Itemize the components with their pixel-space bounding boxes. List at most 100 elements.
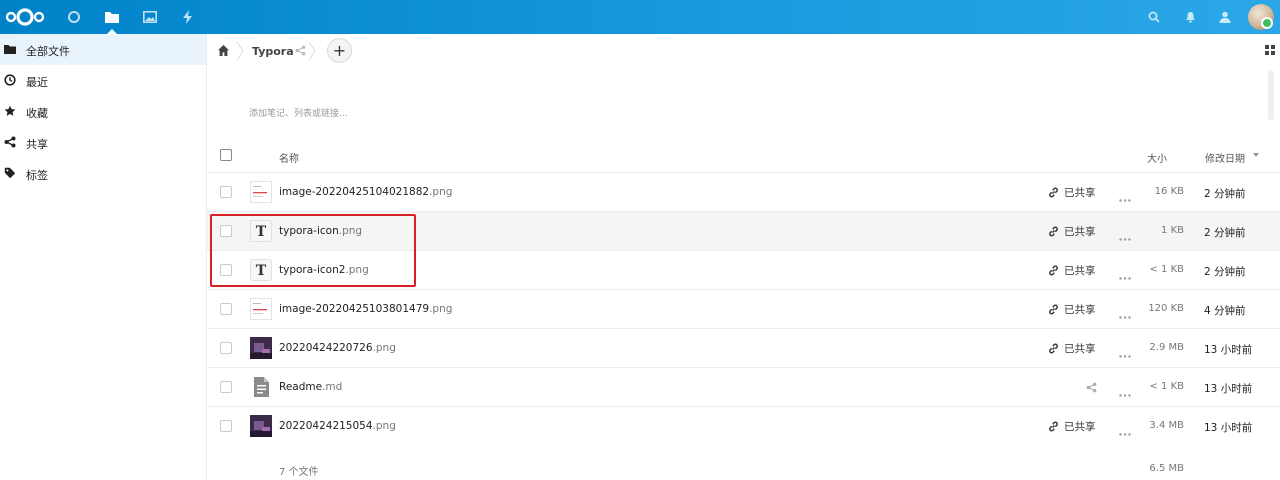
more-actions-icon[interactable] bbox=[1119, 426, 1131, 436]
sort-descending-icon bbox=[1253, 153, 1259, 157]
modified-time: 4 分钟前 bbox=[1204, 305, 1246, 317]
file-size: 2.9 MB bbox=[1149, 342, 1184, 353]
notifications-icon[interactable] bbox=[1175, 0, 1205, 34]
modified-time: 2 分钟前 bbox=[1204, 266, 1246, 278]
share-icon[interactable] bbox=[295, 45, 306, 56]
shared-label: 已共享 bbox=[1064, 342, 1096, 355]
nextcloud-logo-icon[interactable] bbox=[4, 7, 46, 27]
dashboard-icon[interactable] bbox=[55, 0, 93, 34]
file-thumbnail-icon[interactable]: T bbox=[250, 259, 272, 281]
file-extension: .png bbox=[429, 303, 453, 315]
file-extension: .png bbox=[429, 186, 453, 198]
breadcrumb-folder[interactable]: Typora bbox=[252, 45, 294, 58]
document-icon[interactable] bbox=[250, 376, 272, 398]
activity-icon[interactable] bbox=[169, 0, 207, 34]
table-row[interactable]: Readme.md < 1 KB 13 小时前 bbox=[207, 367, 1280, 406]
file-basename: Readme bbox=[279, 381, 323, 393]
shared-link-button[interactable]: 已共享 bbox=[1048, 301, 1096, 317]
sidebar-item-shares[interactable]: 共享 bbox=[0, 127, 206, 158]
more-actions-icon[interactable] bbox=[1119, 231, 1131, 241]
more-actions-icon[interactable] bbox=[1119, 309, 1131, 319]
column-header-name[interactable]: 名称 bbox=[279, 150, 299, 165]
more-actions-icon[interactable] bbox=[1119, 192, 1131, 202]
share-button[interactable] bbox=[1086, 379, 1097, 395]
file-basename: typora-icon2 bbox=[279, 264, 346, 276]
file-name[interactable]: 20220424220726.png bbox=[279, 342, 396, 354]
table-row[interactable]: 20220424215054.png 已共享 3.4 MB 13 小时前 bbox=[207, 406, 1280, 445]
more-actions-icon[interactable] bbox=[1119, 270, 1131, 280]
sidebar-item-recent[interactable]: 最近 bbox=[0, 65, 206, 96]
link-icon bbox=[1049, 226, 1058, 236]
row-checkbox[interactable] bbox=[220, 420, 232, 432]
file-name[interactable]: image-20220425103801479.png bbox=[279, 303, 452, 315]
row-checkbox[interactable] bbox=[220, 186, 232, 198]
share-icon[interactable] bbox=[1086, 382, 1097, 393]
file-name[interactable]: 20220424215054.png bbox=[279, 420, 396, 432]
photos-icon[interactable] bbox=[131, 0, 169, 34]
file-size: 16 KB bbox=[1154, 186, 1184, 197]
table-row[interactable]: Ttypora-icon2.png 已共享 < 1 KB 2 分钟前 bbox=[207, 250, 1280, 289]
file-name[interactable]: image-20220425104021882.png bbox=[279, 186, 452, 198]
row-checkbox[interactable] bbox=[220, 381, 232, 393]
link-icon bbox=[1049, 421, 1058, 431]
table-row[interactable]: Ttypora-icon.png 已共享 1 KB 2 分钟前 bbox=[207, 211, 1280, 250]
shared-link-button[interactable]: 已共享 bbox=[1048, 418, 1096, 434]
contacts-icon[interactable] bbox=[1210, 0, 1240, 34]
file-thumbnail-icon[interactable] bbox=[250, 337, 272, 359]
file-thumbnail-icon[interactable]: T bbox=[250, 220, 272, 242]
file-extension: .png bbox=[345, 264, 369, 276]
file-size: < 1 KB bbox=[1149, 264, 1184, 275]
file-basename: image-20220425104021882 bbox=[279, 186, 430, 198]
sidebar-item-label: 共享 bbox=[26, 138, 48, 151]
shared-label: 已共享 bbox=[1064, 186, 1096, 199]
shared-link-button[interactable]: 已共享 bbox=[1048, 262, 1096, 278]
select-all-checkbox[interactable] bbox=[220, 149, 232, 161]
more-actions-icon[interactable] bbox=[1119, 348, 1131, 358]
file-basename: 20220424215054 bbox=[279, 420, 373, 432]
scrollbar[interactable] bbox=[1268, 70, 1274, 120]
sidebar-item-label: 收藏 bbox=[26, 107, 48, 120]
table-row[interactable]: image-20220425104021882.png 已共享 16 KB 2 分钟前 bbox=[207, 172, 1280, 211]
file-extension: .png bbox=[372, 342, 396, 354]
modified-time: 2 分钟前 bbox=[1204, 188, 1246, 200]
shared-label: 已共享 bbox=[1064, 264, 1096, 277]
row-checkbox[interactable] bbox=[220, 303, 232, 315]
table-row[interactable]: image-20220425103801479.png 已共享 120 KB 4 分钟… bbox=[207, 289, 1280, 328]
shared-link-button[interactable]: 已共享 bbox=[1048, 340, 1096, 356]
shared-link-button[interactable]: 已共享 bbox=[1048, 223, 1096, 239]
add-new-button[interactable]: + bbox=[327, 38, 352, 63]
file-name[interactable]: typora-icon.png bbox=[279, 225, 362, 237]
row-checkbox[interactable] bbox=[220, 264, 232, 276]
file-size: 3.4 MB bbox=[1149, 420, 1184, 431]
file-basename: 20220424220726 bbox=[279, 342, 373, 354]
sidebar-item-tags[interactable]: 标签 bbox=[0, 158, 206, 189]
file-basename: image-20220425103801479 bbox=[279, 303, 430, 315]
more-actions-icon[interactable] bbox=[1119, 387, 1131, 397]
sidebar-item-all-files[interactable]: 全部文件 bbox=[0, 34, 206, 65]
search-icon[interactable] bbox=[1139, 0, 1169, 34]
column-header-modified[interactable]: 修改日期 bbox=[1205, 150, 1245, 165]
file-name[interactable]: Readme.md bbox=[279, 381, 342, 393]
file-count: 7 个文件 bbox=[279, 467, 319, 478]
home-icon[interactable] bbox=[217, 44, 230, 57]
file-thumbnail-icon[interactable] bbox=[250, 181, 272, 203]
rich-workspace-placeholder[interactable]: 添加笔记、列表或链接... bbox=[249, 106, 348, 119]
modified-time: 2 分钟前 bbox=[1204, 227, 1246, 239]
modified-time: 13 小时前 bbox=[1204, 383, 1253, 395]
file-name[interactable]: typora-icon2.png bbox=[279, 264, 369, 276]
row-checkbox[interactable] bbox=[220, 342, 232, 354]
file-size: < 1 KB bbox=[1149, 381, 1184, 392]
sidebar-item-favorites[interactable]: 收藏 bbox=[0, 96, 206, 127]
sidebar-item-label: 最近 bbox=[26, 76, 48, 89]
column-header-size[interactable]: 大小 bbox=[1147, 150, 1167, 165]
modified-time: 13 小时前 bbox=[1204, 422, 1253, 434]
shared-link-button[interactable]: 已共享 bbox=[1048, 184, 1096, 200]
files-icon[interactable] bbox=[93, 0, 131, 34]
row-checkbox[interactable] bbox=[220, 225, 232, 237]
file-thumbnail-icon[interactable] bbox=[250, 415, 272, 437]
top-header bbox=[0, 0, 1280, 34]
table-row[interactable]: 20220424220726.png 已共享 2.9 MB 13 小时前 bbox=[207, 328, 1280, 367]
shared-label: 已共享 bbox=[1064, 225, 1096, 238]
grid-view-icon[interactable] bbox=[1265, 45, 1275, 55]
file-thumbnail-icon[interactable] bbox=[250, 298, 272, 320]
